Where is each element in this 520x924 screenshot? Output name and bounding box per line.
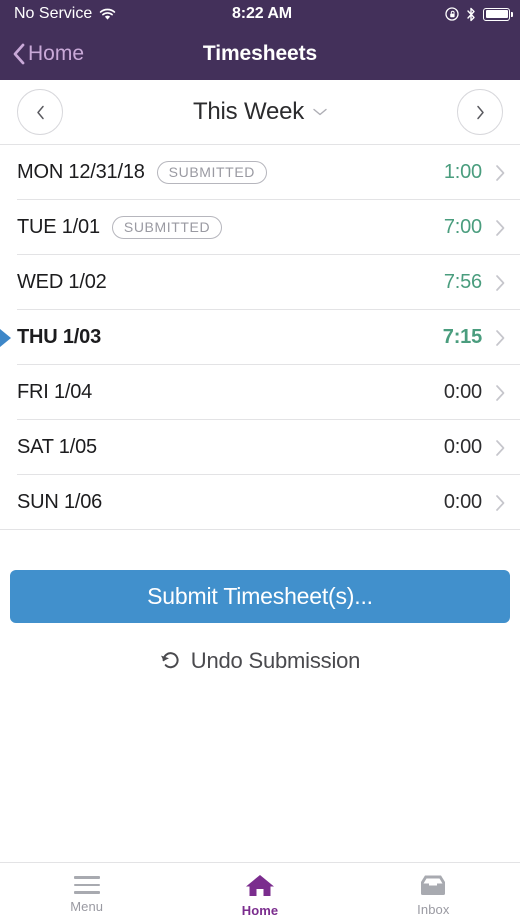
navigation-header: Home Timesheets: [0, 28, 520, 80]
hamburger-menu-icon: [73, 876, 100, 894]
actions-section: Submit Timesheet(s)... Undo Submission: [0, 530, 520, 674]
day-row[interactable]: SAT 1/05 0:00: [0, 420, 520, 475]
status-bar-clock: 8:22 AM: [231, 5, 293, 22]
week-label: This Week: [192, 98, 305, 125]
wifi-icon: [100, 8, 116, 20]
chevron-right-icon: [496, 439, 505, 456]
day-row[interactable]: FRI 1/04 0:00: [0, 365, 520, 420]
day-label: WED 1/02: [17, 271, 107, 293]
day-hours: 1:00: [443, 161, 482, 183]
day-label: TUE 1/01: [17, 216, 100, 238]
week-selector-bar: This Week: [0, 80, 520, 145]
status-bar-right: [292, 7, 513, 22]
tab-home[interactable]: Home: [173, 863, 346, 924]
tab-menu[interactable]: Menu: [0, 863, 173, 924]
day-row[interactable]: SUN 1/06 0:00: [0, 475, 520, 530]
day-hours: 0:00: [443, 381, 482, 403]
chevron-left-icon: [13, 43, 25, 65]
day-list: MON 12/31/18 SUBMITTED 1:00 TUE 1/01 SUBMITT…: [0, 145, 520, 530]
day-hours: 7:15: [442, 326, 482, 348]
previous-week-button[interactable]: [17, 89, 63, 135]
day-hours: 7:56: [443, 271, 482, 293]
day-row[interactable]: WED 1/02 7:56: [0, 255, 520, 310]
day-hours: 7:00: [443, 216, 482, 238]
chevron-right-icon: [476, 105, 484, 119]
day-row[interactable]: MON 12/31/18 SUBMITTED 1:00: [0, 145, 520, 200]
day-row[interactable]: THU 1/03 7:15: [0, 310, 520, 365]
tab-inbox-label: Inbox: [417, 902, 450, 917]
week-dropdown[interactable]: This Week: [193, 98, 327, 126]
carrier-label: No Service: [14, 5, 93, 22]
status-bar: No Service 8:22 AM: [0, 0, 520, 28]
day-label: SUN 1/06: [17, 491, 103, 513]
day-hours: 0:00: [443, 436, 482, 458]
rotation-lock-icon: [445, 7, 459, 21]
day-label: MON 12/31/18: [17, 161, 145, 183]
status-bar-left: No Service: [14, 5, 232, 23]
day-hours: 0:00: [443, 491, 482, 513]
chevron-right-icon: [496, 274, 505, 291]
chevron-down-icon: [313, 108, 327, 116]
status-badge: SUBMITTED: [111, 216, 223, 239]
next-week-button[interactable]: [457, 89, 503, 135]
chevron-right-icon: [496, 219, 505, 236]
back-button[interactable]: Home: [12, 42, 84, 66]
day-label: SAT 1/05: [17, 436, 97, 458]
tab-home-label: Home: [241, 902, 279, 918]
day-label: THU 1/03: [17, 326, 101, 348]
inbox-tray-icon: [421, 875, 446, 895]
day-row[interactable]: TUE 1/01 SUBMITTED 7:00: [0, 200, 520, 255]
chevron-right-icon: [496, 384, 505, 401]
battery-icon: [483, 7, 513, 21]
chevron-right-icon: [496, 494, 505, 511]
tab-menu-label: Menu: [70, 898, 104, 914]
chevron-right-icon: [496, 329, 505, 346]
submit-timesheets-button[interactable]: Submit Timesheet(s)...: [10, 570, 510, 623]
undo-submission-button[interactable]: Undo Submission: [10, 648, 510, 674]
tab-inbox[interactable]: Inbox: [347, 863, 520, 924]
home-icon: [245, 874, 274, 896]
undo-submission-label: Undo Submission: [190, 648, 361, 673]
day-label: FRI 1/04: [17, 381, 93, 403]
bluetooth-icon: [467, 7, 475, 21]
back-button-label: Home: [28, 42, 85, 65]
bottom-tab-bar: Menu Home Inbox: [0, 862, 520, 924]
chevron-right-icon: [496, 164, 505, 181]
undo-arrow-icon: [160, 652, 179, 669]
current-day-marker-icon: [0, 328, 11, 347]
chevron-left-icon: [36, 105, 44, 119]
status-badge: SUBMITTED: [156, 161, 267, 184]
